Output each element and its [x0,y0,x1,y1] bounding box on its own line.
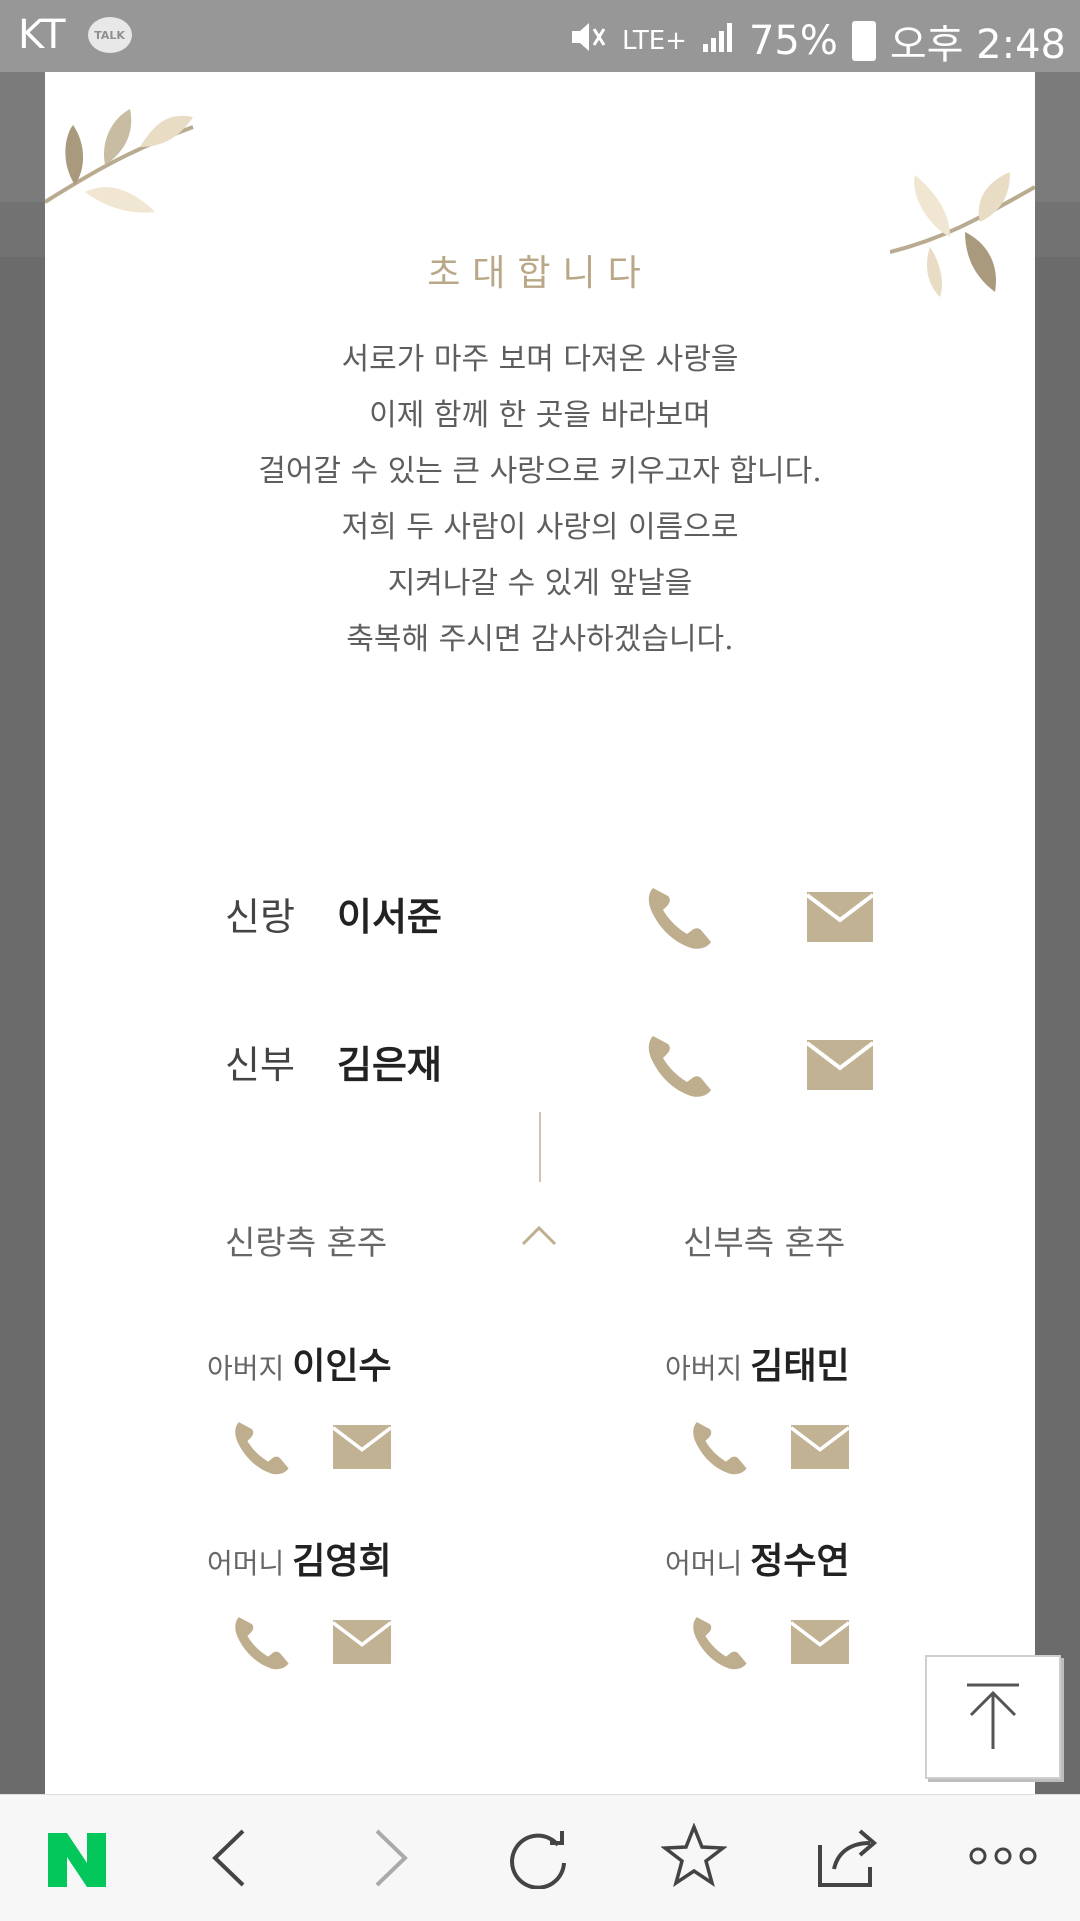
clock-time: 오후 2:48 [889,22,1066,68]
message-line: 저희 두 사람이 사랑의 이름으로 [341,510,739,545]
status-bar: KT TALK LTE+ 75% 오후 2:48 [0,0,1080,72]
parent-name: 이인수 [292,1345,392,1387]
battery-icon [851,21,876,61]
groom-role-label: 신랑 [225,895,295,939]
groom-mother: 어머니 김영희 [207,1532,392,1584]
mail-icon[interactable] [791,1425,849,1469]
parent-name: 김태민 [750,1345,850,1387]
share-icon[interactable] [814,1823,884,1889]
phone-icon[interactable] [690,1612,750,1672]
message-line: 이제 함께 한 곳을 바라보며 [369,398,711,433]
signal-icon [701,18,735,64]
bookmark-star-icon[interactable] [661,1823,727,1889]
parent-name: 정수연 [750,1540,850,1582]
back-icon[interactable] [205,1825,255,1891]
more-icon[interactable] [968,1843,1038,1869]
bride-name: 김은재 [337,1042,442,1087]
phone-icon[interactable] [645,882,715,952]
phone-icon[interactable] [232,1612,292,1672]
groom-father: 아버지 이인수 [207,1337,392,1389]
message-line: 축복해 주시면 감사하겠습니다. [346,622,734,657]
message-line: 서로가 마주 보며 다져온 사랑을 [341,342,739,377]
invitation-card: 초대합니다 서로가 마주 보며 다져온 사랑을 이제 함께 한 곳을 바라보며 … [45,72,1035,1794]
forward-icon[interactable] [365,1825,415,1891]
phone-icon[interactable] [645,1030,715,1100]
refresh-icon[interactable] [506,1823,572,1889]
relation-label: 어머니 [665,1547,743,1580]
naver-logo[interactable] [48,1833,106,1887]
mail-icon[interactable] [807,1040,873,1090]
mail-icon[interactable] [791,1620,849,1664]
section-divider [539,1112,541,1182]
mute-icon [568,19,608,64]
kakaotalk-notification-icon: TALK [87,17,132,53]
relation-label: 아버지 [207,1352,285,1385]
message-line: 지켜나갈 수 있게 앞날을 [387,566,693,601]
relation-label: 아버지 [665,1352,743,1385]
bride-father: 아버지 김태민 [665,1337,850,1389]
carrier-label: KT [18,12,66,58]
bride-row: 신부 김은재 [45,1020,1035,1100]
mail-icon[interactable] [333,1620,391,1664]
phone-icon[interactable] [690,1417,750,1477]
battery-percent: 75% [748,18,838,64]
groom-row: 신랑 이서준 [45,872,1035,952]
mail-icon[interactable] [807,892,873,942]
mail-icon[interactable] [333,1425,391,1469]
parent-name: 김영희 [292,1540,392,1582]
leaf-decoration-left [45,109,194,213]
bride-role-label: 신부 [225,1043,295,1087]
chevron-up-icon[interactable] [519,1222,559,1248]
phone-icon[interactable] [232,1417,292,1477]
invitation-title: 초대합니다 [427,253,653,294]
message-line: 걸어갈 수 있는 큰 사랑으로 키우고자 합니다. [258,454,822,489]
groom-side-hosts-label: 신랑측 혼주 [225,1223,388,1262]
invitation-message: 서로가 마주 보며 다져온 사랑을 이제 함께 한 곳을 바라보며 걸어갈 수 … [45,332,1035,668]
bride-side-hosts-label: 신부측 혼주 [683,1223,846,1262]
scroll-top-icon [967,1683,1019,1749]
scroll-top-button[interactable] [925,1655,1061,1779]
groom-name: 이서준 [337,894,442,939]
bride-mother: 어머니 정수연 [665,1532,850,1584]
network-type-label: LTE+ [621,26,687,56]
browser-bottom-bar [0,1794,1080,1921]
relation-label: 어머니 [207,1547,285,1580]
